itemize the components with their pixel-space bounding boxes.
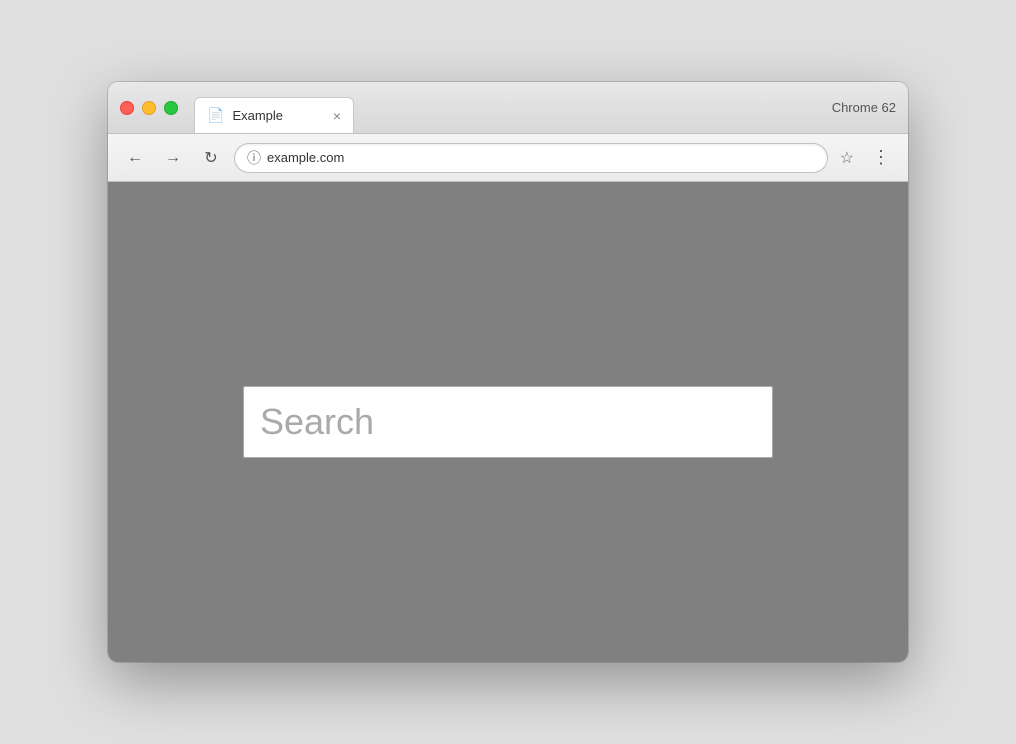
- tab-bar: 📄 Example ×: [194, 82, 832, 133]
- address-bar[interactable]: ⓘ example.com: [234, 143, 828, 173]
- reload-button[interactable]: ↻: [196, 143, 226, 173]
- tab-title: Example: [232, 108, 324, 123]
- info-icon: ⓘ: [247, 148, 261, 168]
- back-icon: ←: [127, 150, 143, 166]
- chrome-version-label: Chrome 62: [832, 100, 896, 115]
- toolbar: ← → ↻ ⓘ example.com ☆ ⋮: [108, 134, 908, 182]
- traffic-lights: [120, 101, 178, 115]
- address-text: example.com: [267, 150, 815, 165]
- close-button[interactable]: [120, 101, 134, 115]
- page-content: [108, 182, 908, 662]
- menu-icon: ⋮: [872, 147, 890, 168]
- forward-button[interactable]: →: [158, 143, 188, 173]
- tab-icon: 📄: [207, 107, 224, 124]
- search-input[interactable]: [243, 386, 773, 458]
- title-bar: 📄 Example × Chrome 62: [108, 82, 908, 134]
- browser-tab[interactable]: 📄 Example ×: [194, 97, 354, 133]
- maximize-button[interactable]: [164, 101, 178, 115]
- minimize-button[interactable]: [142, 101, 156, 115]
- back-button[interactable]: ←: [120, 143, 150, 173]
- forward-icon: →: [165, 150, 181, 166]
- menu-button[interactable]: ⋮: [866, 141, 896, 174]
- reload-icon: ↻: [204, 148, 217, 168]
- tab-close-button[interactable]: ×: [333, 109, 341, 123]
- browser-window: 📄 Example × Chrome 62 ← → ↻ ⓘ example.co…: [108, 82, 908, 662]
- bookmark-button[interactable]: ☆: [836, 144, 858, 172]
- star-icon: ☆: [840, 148, 854, 168]
